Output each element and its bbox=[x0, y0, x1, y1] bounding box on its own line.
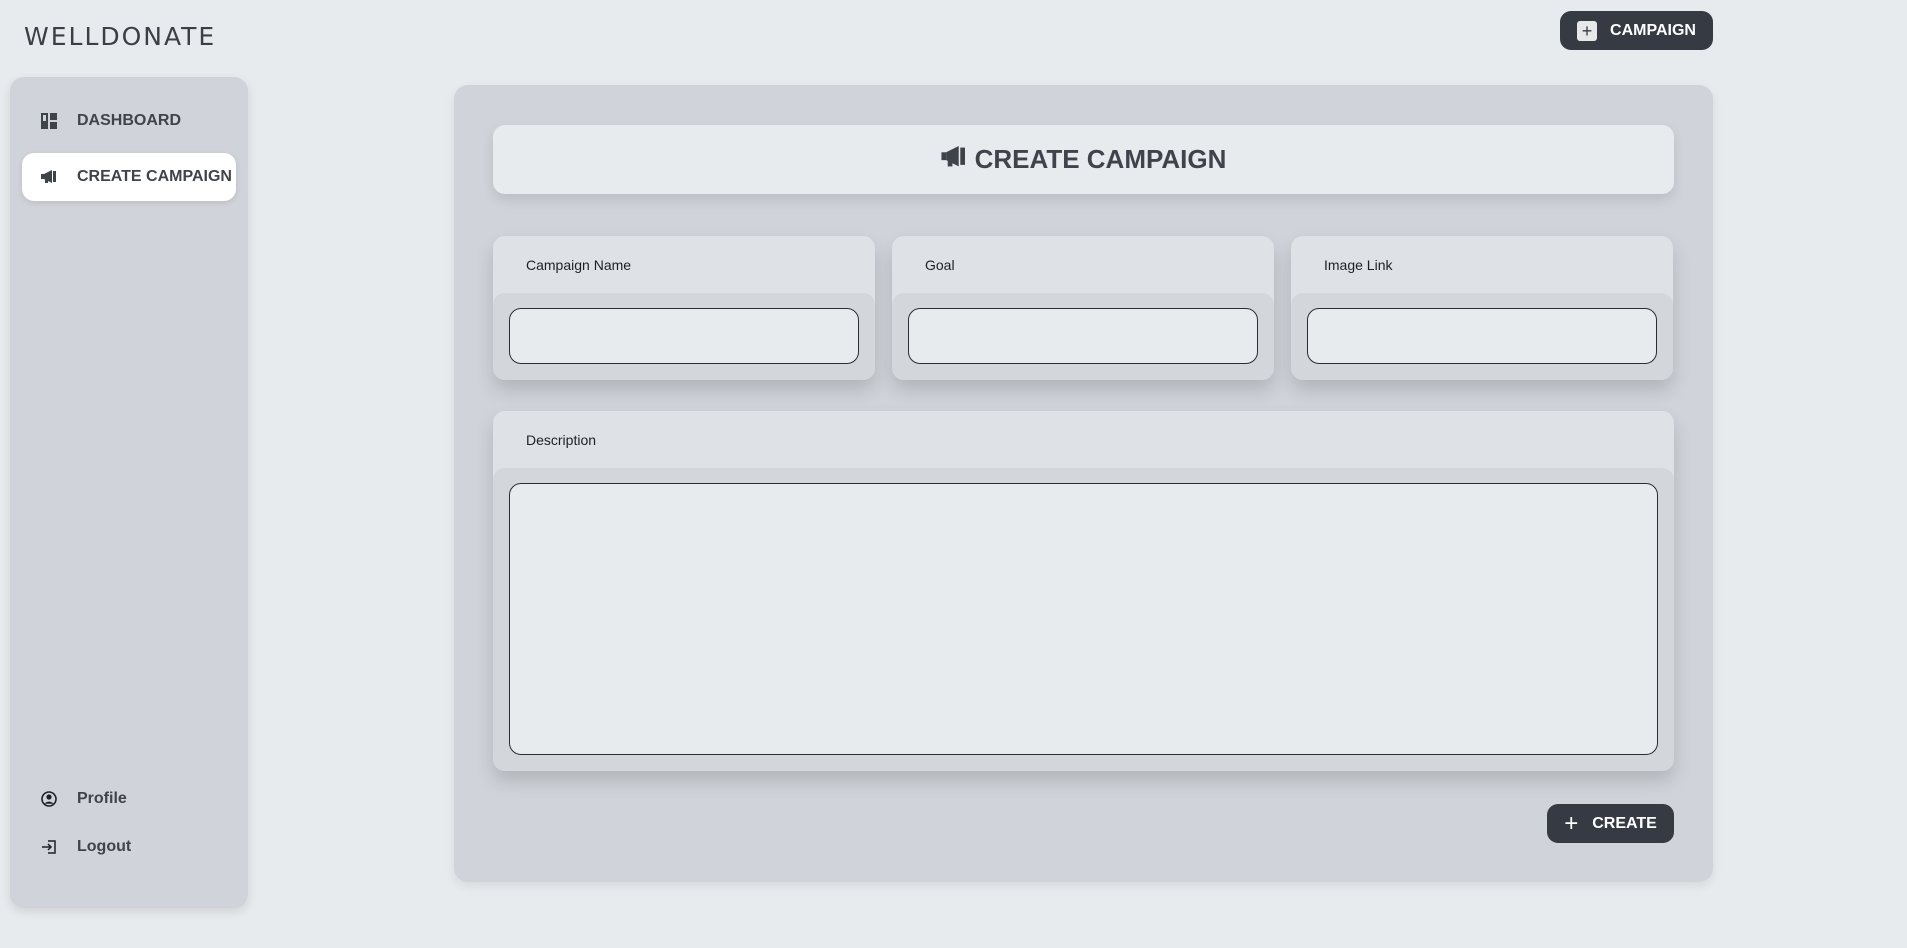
user-circle-icon bbox=[40, 790, 58, 808]
create-campaign-panel: CREATE CAMPAIGN Campaign Name Goal Image… bbox=[454, 85, 1713, 882]
campaign-name-input[interactable] bbox=[509, 308, 859, 364]
sidebar-item-label: CREATE CAMPAIGN bbox=[77, 168, 232, 185]
sidebar-item-dashboard[interactable]: DASHBOARD bbox=[22, 97, 236, 145]
plus-icon: + bbox=[1564, 809, 1579, 837]
add-campaign-button[interactable]: + CAMPAIGN bbox=[1560, 11, 1713, 50]
campaign-name-field: Campaign Name bbox=[493, 236, 875, 380]
plus-square-icon: + bbox=[1577, 20, 1598, 41]
sidebar-item-label: DASHBOARD bbox=[77, 112, 181, 129]
description-textarea[interactable] bbox=[509, 483, 1658, 755]
app-logo: WELLDONATE bbox=[24, 22, 217, 51]
logout-icon bbox=[40, 838, 58, 856]
goal-input[interactable] bbox=[908, 308, 1258, 364]
megaphone-icon bbox=[941, 144, 967, 175]
sidebar-item-create-campaign[interactable]: CREATE CAMPAIGN bbox=[22, 153, 236, 201]
sidebar-item-label: Profile bbox=[77, 790, 127, 807]
description-field: Description bbox=[493, 411, 1674, 771]
add-campaign-button-label: CAMPAIGN bbox=[1610, 21, 1696, 39]
image-link-field: Image Link bbox=[1291, 236, 1673, 380]
megaphone-icon bbox=[40, 168, 58, 186]
field-label: Image Link bbox=[1324, 256, 1393, 273]
page-title: CREATE CAMPAIGN bbox=[974, 144, 1227, 174]
field-label: Description bbox=[526, 431, 597, 448]
sidebar: DASHBOARD CREATE CAMPAIGN Profile Logout bbox=[10, 77, 248, 908]
sidebar-item-logout[interactable]: Logout bbox=[22, 827, 131, 867]
page-title-card: CREATE CAMPAIGN bbox=[493, 125, 1674, 194]
create-button-label: CREATE bbox=[1592, 814, 1657, 832]
sidebar-item-profile[interactable]: Profile bbox=[22, 779, 127, 819]
image-link-input[interactable] bbox=[1307, 308, 1657, 364]
field-label: Goal bbox=[925, 256, 955, 273]
dashboard-icon bbox=[40, 112, 58, 130]
field-label: Campaign Name bbox=[526, 256, 632, 273]
sidebar-item-label: Logout bbox=[77, 838, 132, 855]
goal-field: Goal bbox=[892, 236, 1274, 380]
create-button[interactable]: + CREATE bbox=[1547, 804, 1674, 843]
